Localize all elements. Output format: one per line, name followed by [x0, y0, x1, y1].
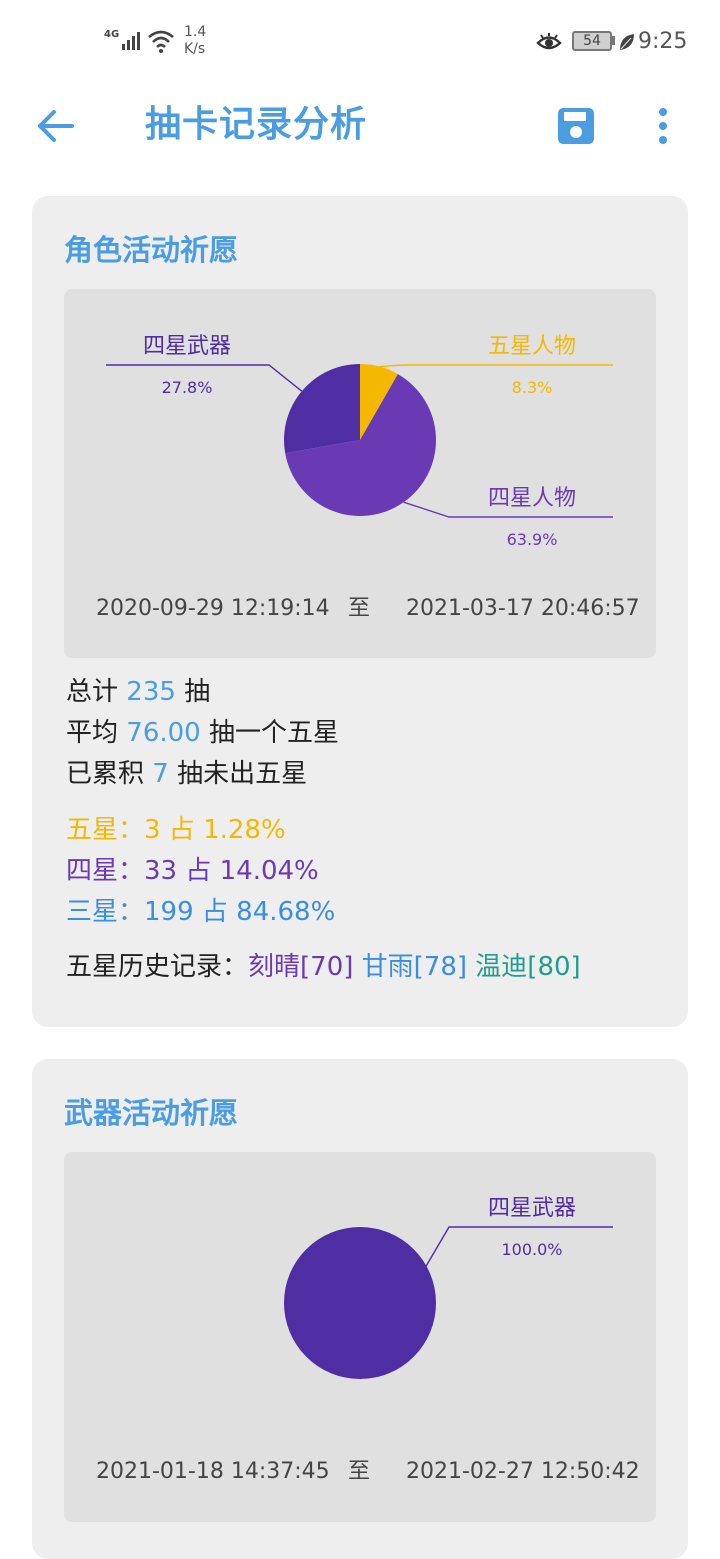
slice-label: 四星人物 — [488, 486, 576, 511]
pie-chart: 四星武器 100.0% — [284, 1196, 613, 1380]
card-title: 武器活动祈愿 — [64, 1096, 239, 1130]
leaf-icon — [620, 34, 634, 50]
slice-percent: 8.3% — [512, 378, 553, 397]
speed-value: 1.4 — [184, 24, 207, 40]
character-banner-card: 角色活动祈愿 五星人物 8.3% 四星人物 63.9% 四星武器 27.8% 2020-0… — [32, 196, 688, 1027]
date-to: 2021-02-27 12:50:42 — [406, 1459, 640, 1484]
five-star-history: 五星历史记录：刻晴[70] 甘雨[78] 温迪[80] — [66, 946, 581, 988]
speed-unit: K/s — [184, 41, 206, 57]
leader-line — [379, 364, 613, 368]
average-line: 平均 76.00 抽一个五星 — [66, 713, 339, 754]
date-range: 2020-09-29 12:19:14 至 2021-03-17 20:46:5… — [64, 589, 656, 629]
eye-comfort-icon — [536, 33, 562, 50]
slice-percent: 63.9% — [507, 530, 558, 549]
back-arrow-icon[interactable] — [34, 106, 78, 146]
date-range: 2021-01-18 14:37:45 至 2021-02-27 12:50:4… — [64, 1452, 656, 1492]
clock: 9:25 — [638, 29, 688, 54]
app-bar: 抽卡记录分析 — [0, 84, 720, 168]
more-options-icon[interactable] — [650, 104, 676, 148]
slice-label: 四星武器 — [488, 1196, 576, 1221]
slice-percent: 100.0% — [501, 1240, 562, 1259]
total-count: 235 — [126, 677, 176, 707]
date-separator: 至 — [348, 1459, 371, 1484]
history-item: 温迪[80] — [475, 952, 581, 982]
label: 平均 — [66, 718, 119, 748]
slice-label: 五星人物 — [488, 334, 576, 359]
signal-icon — [122, 32, 140, 50]
date-to: 2021-03-17 20:46:57 — [406, 596, 640, 621]
total-line: 总计 235 抽 — [66, 672, 339, 713]
rarity-breakdown: 五星：3 占 1.28% 四星：33 占 14.04% 三星：199 占 84.… — [66, 810, 335, 933]
four-star-line: 四星：33 占 14.04% — [66, 856, 319, 886]
battery-icon: 54 — [572, 31, 612, 51]
status-bar: 4G 1.4 K/s 54 9:25 — [0, 0, 720, 84]
label: 抽未出五星 — [177, 759, 308, 789]
slice-label: 四星武器 — [143, 334, 231, 359]
label: 总计 — [66, 677, 119, 707]
pie-chart-panel: 五星人物 8.3% 四星人物 63.9% 四星武器 27.8% 2020-09-29 12… — [64, 289, 656, 658]
label: 抽一个五星 — [208, 718, 339, 748]
accumulated-line: 已累积 7 抽未出五星 — [66, 754, 339, 795]
network-speed: 1.4 K/s — [184, 24, 206, 58]
network-type: 4G — [104, 29, 120, 40]
summary-stats: 总计 235 抽 平均 76.00 抽一个五星 已累积 7 抽未出五星 — [66, 672, 339, 795]
card-title: 角色活动祈愿 — [64, 233, 239, 267]
label: 已累积 — [66, 759, 145, 789]
page-title: 抽卡记录分析 — [145, 104, 368, 145]
pie-chart: 五星人物 8.3% 四星人物 63.9% 四星武器 27.8% — [106, 334, 613, 549]
date-from: 2021-01-18 14:37:45 — [96, 1459, 330, 1484]
history-item: 甘雨[78] — [361, 952, 468, 982]
history-item: 刻晴[70] — [248, 952, 354, 982]
three-star-line: 三星：199 占 84.68% — [66, 897, 336, 927]
accumulated-count: 7 — [152, 759, 169, 789]
date-separator: 至 — [348, 596, 371, 621]
battery-tip — [612, 36, 615, 45]
date-from: 2020-09-29 12:19:14 — [96, 596, 330, 621]
five-star-line: 五星：3 占 1.28% — [66, 815, 286, 845]
slice-percent: 27.8% — [162, 378, 213, 397]
pie-slice — [284, 364, 360, 454]
label: 抽 — [184, 677, 211, 707]
pie-slice — [284, 1227, 436, 1379]
pie-chart-panel: 四星武器 100.0% 2021-01-18 14:37:45 至 2021-02… — [64, 1152, 656, 1522]
history-label: 五星历史记录： — [66, 952, 249, 982]
wifi-icon — [148, 30, 174, 53]
weapon-banner-card: 武器活动祈愿 四星武器 100.0% 2021-01-18 14:37:45 至 … — [32, 1059, 688, 1559]
average-value: 76.00 — [126, 718, 201, 748]
save-icon[interactable] — [554, 104, 598, 148]
